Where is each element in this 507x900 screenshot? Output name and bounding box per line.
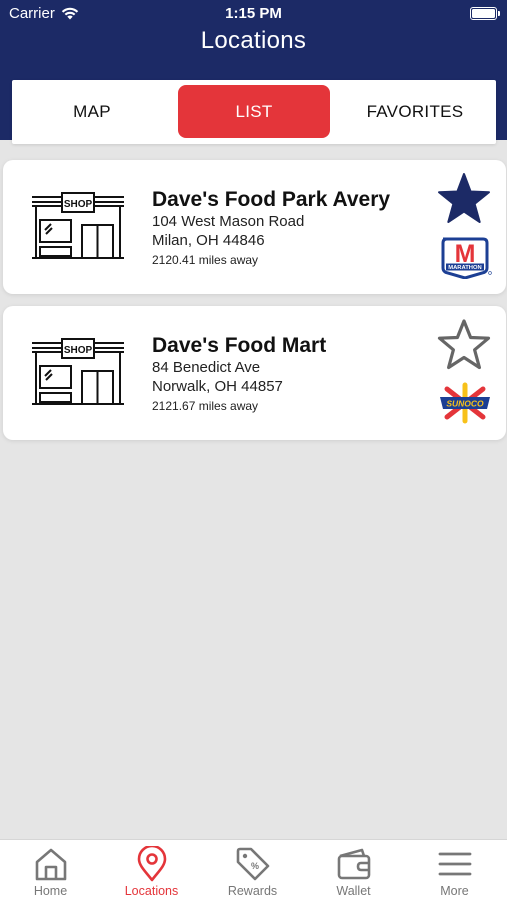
rewards-tag-icon: % bbox=[236, 847, 270, 881]
shop-storefront-icon: SHOP bbox=[32, 338, 124, 405]
page-title: Locations bbox=[200, 27, 307, 54]
location-name: Dave's Food Mart bbox=[152, 334, 327, 357]
location-name: Dave's Food Park Avery bbox=[152, 188, 391, 211]
wallet-icon bbox=[337, 848, 371, 880]
location-address-line1: 84 Benedict Ave bbox=[152, 359, 261, 376]
shop-storefront-icon: SHOP bbox=[32, 192, 124, 259]
location-card[interactable]: SHOP Dave's Food Mart 84 Benedict Ave No… bbox=[3, 306, 506, 440]
tab-locations[interactable]: Locations bbox=[101, 840, 202, 900]
status-time: 1:15 PM bbox=[225, 5, 282, 22]
shop-sign-text: SHOP bbox=[64, 199, 93, 210]
home-icon bbox=[35, 848, 67, 881]
location-address-line2: Norwalk, OH 44857 bbox=[152, 378, 283, 395]
battery-icon bbox=[470, 7, 500, 20]
location-address-line2: Milan, OH 44846 bbox=[152, 232, 265, 249]
marathon-logo-icon: M MARATHON bbox=[441, 237, 492, 279]
bottom-tab-bar: Home Locations % Rewards Wallet More bbox=[0, 839, 507, 900]
favorite-star-filled-icon[interactable] bbox=[436, 172, 492, 226]
location-address-line1: 104 West Mason Road bbox=[152, 213, 305, 230]
tab-label: Rewards bbox=[227, 884, 278, 898]
tab-more[interactable]: More bbox=[404, 840, 505, 900]
tab-wallet[interactable]: Wallet bbox=[303, 840, 404, 900]
tab-label: Wallet bbox=[336, 884, 371, 898]
tab-label: More bbox=[440, 884, 469, 898]
location-distance: 2120.41 miles away bbox=[152, 253, 259, 267]
sunoco-logo-text: SUNOCO bbox=[446, 399, 484, 409]
favorite-star-outline-icon[interactable] bbox=[436, 318, 492, 372]
menu-icon bbox=[438, 852, 472, 876]
segment-map[interactable]: MAP bbox=[12, 85, 172, 138]
tab-label: Locations bbox=[124, 884, 179, 898]
sunoco-logo-icon: SUNOCO bbox=[440, 382, 490, 424]
tab-label: Home bbox=[33, 884, 68, 898]
segment-list[interactable]: LIST bbox=[178, 85, 330, 138]
tab-rewards[interactable]: % Rewards bbox=[202, 840, 303, 900]
location-distance: 2121.67 miles away bbox=[152, 399, 259, 413]
segment-favorites[interactable]: FAVORITES bbox=[334, 85, 496, 138]
location-card[interactable]: SHOP Dave's Food Park Avery 104 West Mas… bbox=[3, 160, 506, 294]
status-bar: Carrier 1:15 PM bbox=[0, 0, 507, 28]
tab-home[interactable]: Home bbox=[0, 840, 101, 900]
svg-text:%: % bbox=[251, 861, 259, 871]
shop-sign-text: SHOP bbox=[64, 345, 93, 356]
marathon-logo-text: MARATHON bbox=[448, 265, 481, 271]
view-segmented-control: MAP LIST FAVORITES bbox=[12, 80, 496, 144]
location-pin-icon bbox=[137, 846, 167, 882]
